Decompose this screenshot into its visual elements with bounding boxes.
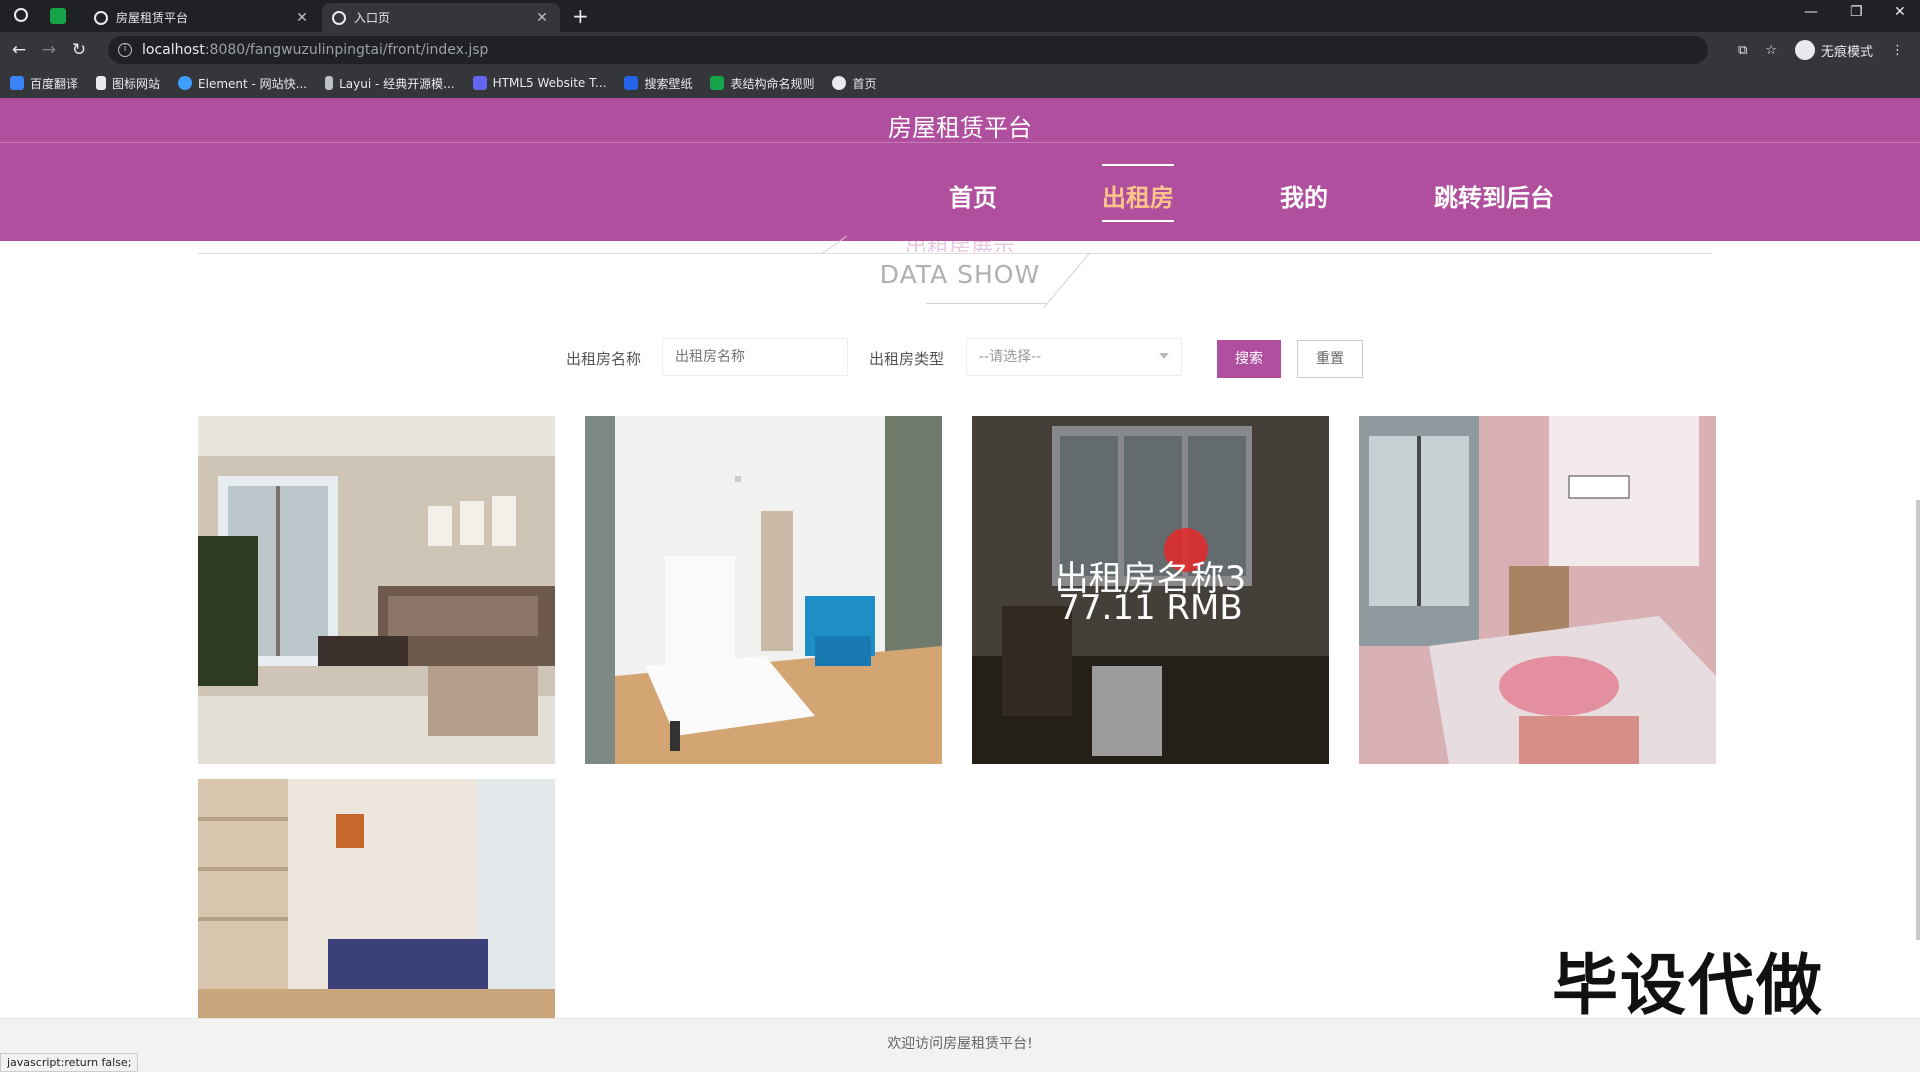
search-form: 出租房名称 出租房类型 --请选择-- 搜索 重置	[0, 338, 1920, 378]
bookmark-item[interactable]: 百度翻译	[10, 75, 78, 92]
listing-card[interactable]: 出租房名称3 77.11 RMB	[972, 416, 1329, 764]
living-room-photo	[198, 416, 555, 764]
listing-card[interactable]	[198, 779, 555, 1018]
bedroom-photo	[198, 779, 555, 1018]
bookmark-item[interactable]: HTML5 Website T...	[472, 76, 606, 90]
watermark-text: 毕设代做	[1552, 947, 1824, 1024]
type-label: 出租房类型	[869, 350, 945, 368]
nav-active-bar-top	[1102, 164, 1174, 166]
more-menu-icon[interactable]: ⋮	[1891, 43, 1904, 58]
listing-card[interactable]	[585, 416, 942, 764]
chevron-down-icon	[1159, 353, 1169, 359]
forward-icon[interactable]: →	[34, 40, 64, 60]
nav-admin[interactable]: 跳转到后台	[1434, 178, 1554, 213]
tab-entry-page[interactable]: 入口页 ✕	[322, 3, 560, 32]
bookmark-item[interactable]: Layui - 经典开源模...	[325, 75, 455, 92]
bookmark-item[interactable]: 图标网站	[96, 75, 160, 92]
listing-card[interactable]	[1359, 416, 1716, 764]
bookmark-item[interactable]: 表结构命名规则	[710, 75, 814, 92]
site-info-icon[interactable]: i	[118, 43, 132, 57]
section-title: DATA SHOW	[879, 260, 1041, 289]
globe-icon	[832, 76, 847, 90]
bookmark-item[interactable]: 搜索壁纸	[624, 75, 692, 92]
address-toolbar: ← → ↻ i localhost:8080/fangwuzulinpingta…	[0, 32, 1920, 68]
name-label: 出租房名称	[566, 350, 642, 368]
tab-house-rental[interactable]: 房屋租赁平台 ✕	[84, 3, 320, 32]
element-icon	[178, 76, 193, 90]
main-nav: 首页 出租房 我的 跳转到后台	[0, 164, 1920, 222]
bedroom-photo	[585, 416, 942, 764]
pinned-tab-icon[interactable]	[50, 8, 66, 24]
reload-icon[interactable]: ↻	[64, 40, 94, 60]
nav-active-bar-bottom	[1102, 220, 1174, 222]
section-divider	[198, 253, 1712, 254]
url-bar[interactable]: i localhost:8080/fangwuzulinpingtai/fron…	[108, 36, 1708, 64]
globe-icon	[332, 10, 346, 25]
reset-button[interactable]: 重置	[1297, 340, 1363, 378]
restore-icon[interactable]: ❐	[1850, 4, 1863, 20]
layui-icon	[325, 76, 334, 90]
site-title: 房屋租赁平台	[888, 114, 1032, 142]
bookmark-item[interactable]: 首页	[832, 75, 877, 92]
search-button[interactable]: 搜索	[1217, 340, 1281, 378]
translate-bookmark-icon	[10, 76, 24, 90]
nav-rentals[interactable]: 出租房	[1102, 164, 1174, 222]
section-ghost-title: 出租房展示	[904, 238, 1015, 252]
site-header: 房屋租赁平台 首页 出租房 我的 跳转到后台	[0, 98, 1920, 241]
translate-icon[interactable]: ⧉	[1738, 43, 1747, 58]
new-tab-icon[interactable]: +	[572, 4, 589, 28]
status-bar: javascript:return false;	[0, 1053, 139, 1072]
browser-menu-icon[interactable]	[14, 8, 28, 22]
close-icon[interactable]: ✕	[294, 10, 310, 26]
wallpaper-icon	[624, 76, 639, 90]
star-icon[interactable]: ☆	[1765, 43, 1777, 58]
deco-line	[926, 303, 1046, 304]
toolbar-right: ⧉ ☆ 无痕模式 ⋮	[1738, 40, 1904, 60]
listing-price: 77.11 RMB	[1058, 588, 1243, 628]
back-icon[interactable]: ←	[4, 40, 34, 60]
window-close-icon[interactable]: ✕	[1894, 4, 1906, 20]
name-search-input[interactable]	[662, 338, 848, 376]
bedroom-photo	[1359, 416, 1716, 764]
flag-icon	[96, 76, 107, 90]
close-icon[interactable]: ✕	[534, 10, 550, 26]
incognito-icon	[1794, 40, 1815, 60]
browser-tab-bar: 房屋租赁平台 ✕ 入口页 ✕ + — ❐ ✕	[0, 0, 1920, 32]
html5-icon	[472, 76, 487, 90]
listing-card[interactable]	[198, 416, 555, 764]
nav-mine[interactable]: 我的	[1280, 178, 1328, 213]
minimize-icon[interactable]: —	[1804, 4, 1818, 20]
globe-icon	[94, 10, 108, 25]
bookmark-item[interactable]: Element - 网站快...	[178, 75, 307, 92]
scrollbar-thumb[interactable]	[1916, 500, 1920, 940]
header-divider	[0, 142, 1920, 143]
sheet-icon	[710, 76, 725, 90]
type-select[interactable]: --请选择--	[966, 338, 1182, 376]
site-footer: 欢迎访问房屋租赁平台!	[0, 1018, 1920, 1072]
bookmarks-bar: 百度翻译 图标网站 Element - 网站快... Layui - 经典开源模…	[0, 68, 1920, 98]
nav-home[interactable]: 首页	[949, 178, 997, 213]
incognito-badge[interactable]: 无痕模式	[1794, 40, 1873, 60]
